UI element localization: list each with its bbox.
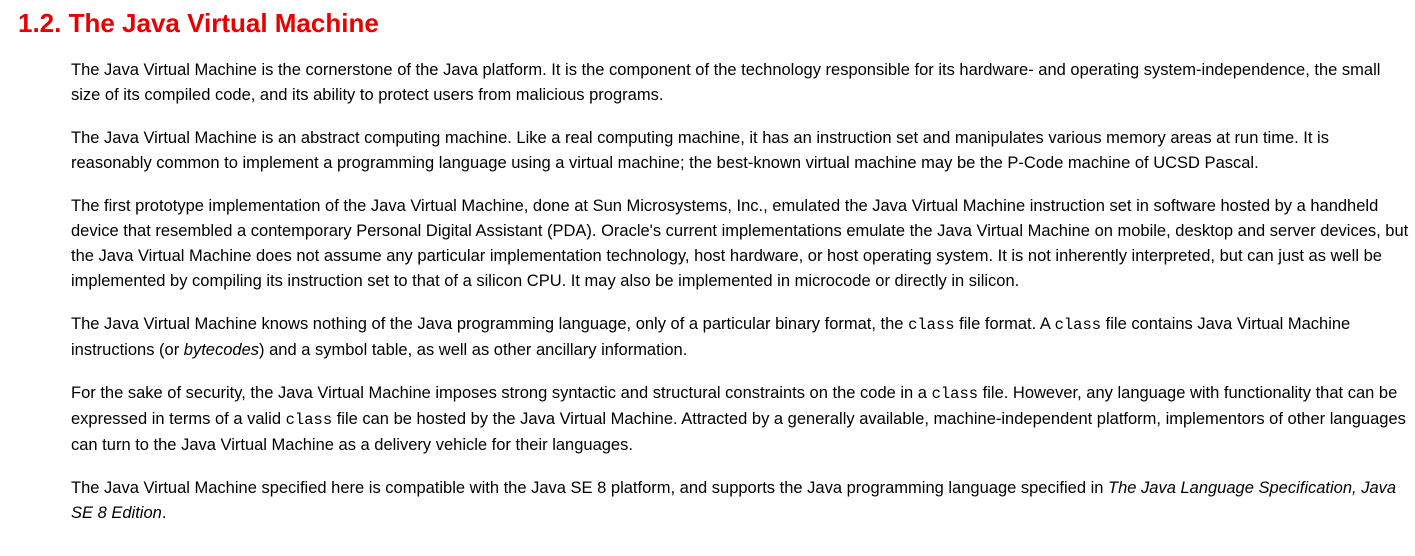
document-page: 1.2. The Java Virtual Machine The Java V… [0,0,1415,556]
paragraph-4-text-1: The Java Virtual Machine knows nothing o… [71,315,909,333]
class-code-term: class [931,385,979,403]
section-heading: 1.2. The Java Virtual Machine [18,8,379,38]
paragraph-5: For the sake of security, the Java Virtu… [71,381,1413,458]
class-code-term: class [908,316,955,334]
paragraph-1: The Java Virtual Machine is the cornerst… [71,61,1381,104]
class-code-term: class [285,411,333,429]
paragraph-5-text-1: For the sake of security, the Java Virtu… [71,384,932,402]
bytecodes-term: bytecodes [183,341,260,359]
section-body: The Java Virtual Machine is the cornerst… [71,58,1413,544]
paragraph-6-text-2: . [161,504,167,522]
paragraph-4-text-2: file format. A [954,315,1055,333]
paragraph-6: The Java Virtual Machine specified here … [71,476,1413,526]
paragraph-3: The first prototype implementation of th… [71,197,1409,290]
paragraph-4-text-4: ) and a symbol table, as well as other a… [259,341,688,359]
class-code-term: class [1054,316,1102,334]
paragraph-6-text-1: The Java Virtual Machine specified here … [71,479,1109,497]
paragraph-2: The Java Virtual Machine is an abstract … [71,129,1329,172]
paragraph-4: The Java Virtual Machine knows nothing o… [71,312,1413,363]
